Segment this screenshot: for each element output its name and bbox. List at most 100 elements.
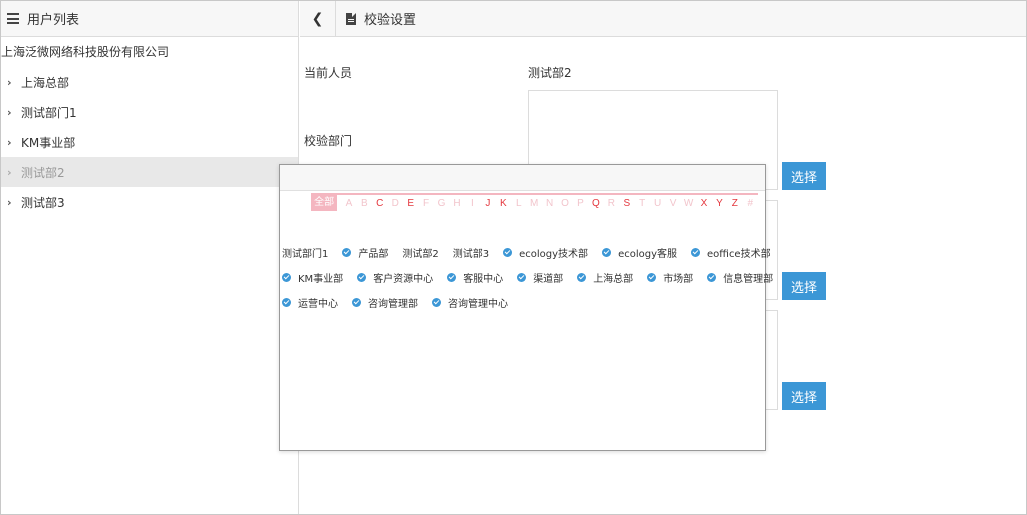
letter-filter[interactable]: M <box>526 198 541 209</box>
department-name: 测试部2 <box>402 249 439 260</box>
letter-filter[interactable]: D <box>388 198 403 209</box>
letter-filter[interactable]: U <box>650 198 665 209</box>
department-option[interactable]: 信息管理部 <box>707 270 773 285</box>
check-circle-icon <box>352 298 361 307</box>
check-circle-icon <box>432 298 441 307</box>
department-option[interactable]: 客服中心 <box>447 270 503 285</box>
department-option[interactable]: 客户资源中心 <box>357 270 433 285</box>
letter-filter[interactable]: W <box>681 198 696 209</box>
letter-filter[interactable]: T <box>635 198 650 209</box>
select-button-1[interactable]: 选择 <box>782 162 826 190</box>
user-list-panel: 用户列表 上海泛微网络科技股份有限公司 › 上海总部 › 测试部门1 › KM事业部 › 测试… <box>1 1 299 514</box>
department-picker-popup: 全部 A B C D E F G H I J K L M N O P Q R S T U V W X Y Z # 测试部门1 产品部测… <box>279 164 773 451</box>
department-list: 测试部门1 产品部 测试部2 测试部3 ecology技术部 ecology客服 eoffi… <box>282 240 773 315</box>
tree-item[interactable]: › 测试部门1 <box>1 97 298 127</box>
department-option[interactable]: 咨询管理中心 <box>432 295 508 310</box>
chevron-left-icon: ❮ <box>311 10 324 27</box>
department-name: 咨询管理部 <box>368 299 418 310</box>
letter-filter[interactable]: H <box>449 198 464 209</box>
current-person-label: 当前人员 <box>304 66 353 80</box>
chevron-right-icon[interactable]: › <box>7 166 17 179</box>
chevron-right-icon[interactable]: › <box>7 76 17 89</box>
select-button-2[interactable]: 选择 <box>782 272 826 300</box>
letter-filter[interactable]: K <box>496 198 511 209</box>
document-icon <box>346 12 356 25</box>
letter-filter[interactable]: O <box>557 198 572 209</box>
department-name: 上海总部 <box>593 274 634 285</box>
letter-filter[interactable]: C <box>372 198 387 209</box>
letter-filter[interactable]: J <box>480 198 495 209</box>
tree-item[interactable]: › 测试部2 <box>1 157 298 187</box>
back-button[interactable]: ❮ <box>300 0 336 37</box>
tree-item-label: 上海总部 <box>21 75 70 90</box>
letter-filter-all[interactable]: 全部 <box>311 195 338 211</box>
department-option[interactable]: 上海总部 <box>577 270 633 285</box>
department-option[interactable]: 渠道部 <box>517 270 563 285</box>
department-option[interactable]: 产品部 <box>342 245 388 260</box>
check-circle-icon <box>517 273 527 282</box>
department-name: 渠道部 <box>533 274 564 285</box>
department-name: 产品部 <box>358 249 389 260</box>
letter-filter[interactable]: L <box>511 198 526 209</box>
department-option[interactable]: KM事业部 <box>282 270 343 285</box>
check-circle-icon <box>282 298 291 307</box>
department-option[interactable]: 运营中心 <box>282 295 338 310</box>
check-circle-icon <box>503 248 513 257</box>
letter-filter[interactable]: N <box>542 198 557 209</box>
letter-filter[interactable]: Z <box>727 198 742 209</box>
tree-item-label: 测试部2 <box>21 165 65 180</box>
department-tree: › 上海总部 › 测试部门1 › KM事业部 › 测试部2 › 测试部3 <box>1 67 298 217</box>
tree-item[interactable]: › 测试部3 <box>1 187 298 217</box>
department-name: 客服中心 <box>463 274 504 285</box>
letter-filter[interactable]: A <box>341 198 356 209</box>
department-name: 咨询管理中心 <box>448 299 508 310</box>
letter-filter[interactable]: X <box>696 198 711 209</box>
check-circle-icon <box>447 273 457 282</box>
department-option[interactable]: ecology技术部 <box>503 245 588 260</box>
department-name: 测试部3 <box>452 249 490 260</box>
department-name: 信息管理部 <box>723 274 774 285</box>
department-name: 测试部门1 <box>282 249 329 260</box>
department-option[interactable]: 测试部门1 <box>282 245 328 260</box>
user-list-header: 用户列表 <box>1 1 298 37</box>
department-name: 客户资源中心 <box>373 274 434 285</box>
department-option[interactable]: 测试部2 <box>402 245 438 260</box>
chevron-right-icon[interactable]: › <box>7 106 17 119</box>
current-person-value: 测试部2 <box>528 66 572 80</box>
check-settings-header: ❮ 校验设置 <box>300 0 1026 37</box>
chevron-right-icon[interactable]: › <box>7 136 17 149</box>
letter-filter[interactable]: P <box>573 198 588 209</box>
tree-item[interactable]: › 上海总部 <box>1 67 298 97</box>
check-circle-icon <box>577 273 587 282</box>
letter-filter[interactable]: I <box>465 198 480 209</box>
letter-filter[interactable]: R <box>604 198 619 209</box>
department-option[interactable]: 市场部 <box>647 270 693 285</box>
department-name: 运营中心 <box>298 299 338 310</box>
department-name: eoffice技术部 <box>707 249 771 260</box>
department-name: ecology客服 <box>618 249 677 260</box>
tree-root-company[interactable]: 上海泛微网络科技股份有限公司 <box>1 37 298 67</box>
letter-filter[interactable]: # <box>743 198 758 209</box>
department-option[interactable]: eoffice技术部 <box>691 245 771 260</box>
chevron-right-icon[interactable]: › <box>7 196 17 209</box>
department-name: ecology技术部 <box>519 249 589 260</box>
letter-filter[interactable]: B <box>357 198 372 209</box>
alphabet-filter-bar: 全部 A B C D E F G H I J K L M N O P Q R S T U V W X Y Z # <box>311 193 758 211</box>
page-title: 校验设置 <box>364 13 417 28</box>
department-option[interactable]: 咨询管理部 <box>352 295 418 310</box>
letter-filter[interactable]: Y <box>712 198 727 209</box>
app-window: 用户列表 上海泛微网络科技股份有限公司 › 上海总部 › 测试部门1 › KM事业部 › 测试… <box>0 0 1027 515</box>
tree-item[interactable]: › KM事业部 <box>1 127 298 157</box>
letter-filter[interactable]: F <box>418 198 433 209</box>
letter-filter[interactable]: S <box>619 198 634 209</box>
select-button-3[interactable]: 选择 <box>782 382 826 410</box>
letter-filter[interactable]: E <box>403 198 418 209</box>
department-row: 运营中心 咨询管理部 咨询管理中心 <box>282 290 766 315</box>
letter-filter[interactable]: G <box>434 198 449 209</box>
letter-filter[interactable]: Q <box>588 198 603 209</box>
department-option[interactable]: ecology客服 <box>602 245 677 260</box>
department-option[interactable]: 测试部3 <box>453 245 489 260</box>
menu-icon[interactable] <box>7 13 19 24</box>
check-dept-label: 校验部门 <box>304 134 353 148</box>
letter-filter[interactable]: V <box>665 198 680 209</box>
